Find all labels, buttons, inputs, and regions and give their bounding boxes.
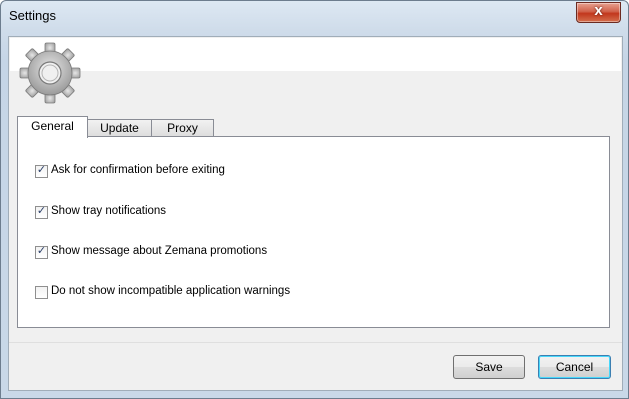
title-bar[interactable]: Settings x <box>1 1 628 29</box>
checkbox[interactable] <box>35 286 48 299</box>
close-icon: x <box>594 2 603 19</box>
option-label: Ask for confirmation before exiting <box>51 164 225 176</box>
settings-window: Settings x General Update Proxy ✓ Ask fo… <box>0 0 629 399</box>
option-label: Show tray notifications <box>51 205 167 217</box>
checkbox[interactable]: ✓ <box>35 205 48 219</box>
window-title: Settings <box>9 8 56 23</box>
save-button[interactable]: Save <box>453 355 525 379</box>
close-button[interactable]: x <box>576 2 621 23</box>
checkbox[interactable]: ✓ <box>35 164 48 178</box>
gear-icon <box>19 42 81 104</box>
option-label: Do not show incompatible application war… <box>51 285 291 297</box>
checkmark-icon: ✓ <box>36 205 47 217</box>
settings-client-area: General Update Proxy ✓ Ask for confirmat… <box>8 36 623 391</box>
tab-update[interactable]: Update <box>87 119 152 137</box>
header-band <box>10 38 621 71</box>
tab-proxy[interactable]: Proxy <box>151 119 214 137</box>
footer-divider <box>9 342 622 343</box>
cancel-button[interactable]: Cancel <box>538 355 611 379</box>
checkmark-icon: ✓ <box>36 164 47 176</box>
checkbox[interactable]: ✓ <box>35 245 48 259</box>
general-tab-panel: ✓ Ask for confirmation before exiting ✓ … <box>17 136 610 328</box>
option-label: Show message about Zemana promotions <box>51 245 268 257</box>
tab-general[interactable]: General <box>17 116 88 138</box>
checkmark-icon: ✓ <box>36 245 47 257</box>
